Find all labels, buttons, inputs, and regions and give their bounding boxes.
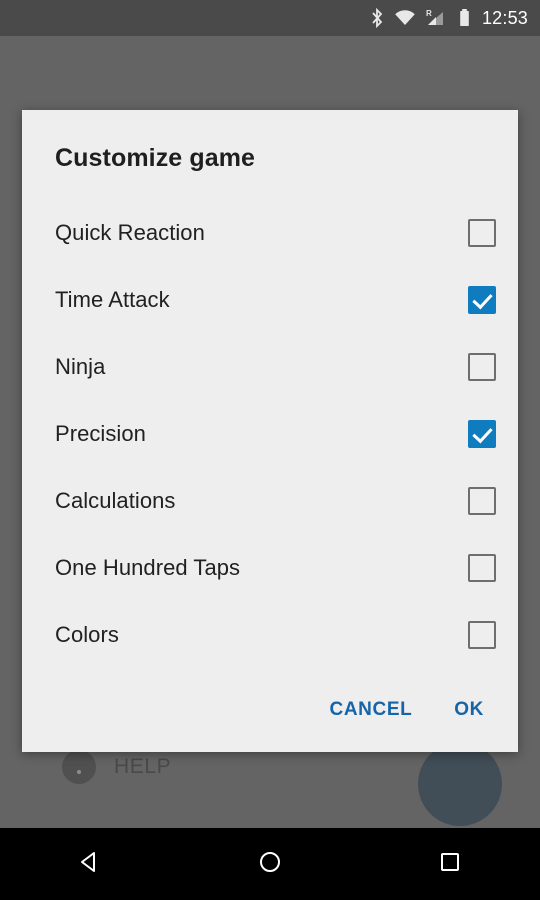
customize-game-dialog: Customize game Quick Reaction Time Attac… xyxy=(22,110,518,752)
checkbox-calculations[interactable] xyxy=(468,486,496,515)
back-triangle-icon xyxy=(77,849,103,880)
checkbox-precision[interactable] xyxy=(468,419,496,448)
option-row-time-attack[interactable]: Time Attack xyxy=(22,266,518,333)
battery-icon xyxy=(458,8,471,28)
status-bar-clock: 12:53 xyxy=(481,8,528,28)
option-row-colors[interactable]: Colors xyxy=(22,601,518,668)
nav-home-button[interactable] xyxy=(225,828,315,900)
checkbox-time-attack[interactable] xyxy=(468,285,496,314)
cancel-button[interactable]: CANCEL xyxy=(326,693,417,727)
svg-text:R: R xyxy=(426,9,432,18)
option-label: Ninja xyxy=(55,353,106,379)
game-modes-list: Quick Reaction Time Attack Ninja Precisi… xyxy=(22,199,518,690)
option-label: One Hundred Taps xyxy=(55,554,241,580)
checkbox-quick-reaction[interactable] xyxy=(468,218,496,247)
option-row-ninja[interactable]: Ninja xyxy=(22,333,518,400)
android-navigation-bar xyxy=(0,828,540,900)
option-label: Precision xyxy=(55,420,146,446)
option-label: Time Attack xyxy=(55,286,170,312)
checkbox-colors[interactable] xyxy=(468,620,496,649)
option-row-one-hundred-taps[interactable]: One Hundred Taps xyxy=(22,534,518,601)
nav-recents-button[interactable] xyxy=(405,828,495,900)
option-row-precision[interactable]: Precision xyxy=(22,400,518,467)
option-row-quick-reaction[interactable]: Quick Reaction xyxy=(22,199,518,266)
option-label: Calculations xyxy=(55,487,176,513)
bluetooth-icon xyxy=(370,8,385,28)
wifi-icon xyxy=(394,9,416,27)
dialog-title: Customize game xyxy=(55,144,256,172)
option-row-calculations[interactable]: Calculations xyxy=(22,467,518,534)
status-bar: R 12:53 xyxy=(0,0,540,36)
cellular-roaming-icon: R xyxy=(425,8,449,28)
home-circle-icon xyxy=(257,849,283,880)
dialog-action-bar: CANCEL OK xyxy=(22,690,518,752)
checkbox-one-hundred-taps[interactable] xyxy=(468,553,496,582)
option-label: Colors xyxy=(55,621,119,647)
option-label: Quick Reaction xyxy=(55,219,205,245)
recents-square-icon xyxy=(437,849,463,880)
ok-button[interactable]: OK xyxy=(450,693,488,727)
nav-back-button[interactable] xyxy=(45,828,135,900)
checkbox-ninja[interactable] xyxy=(468,352,496,381)
